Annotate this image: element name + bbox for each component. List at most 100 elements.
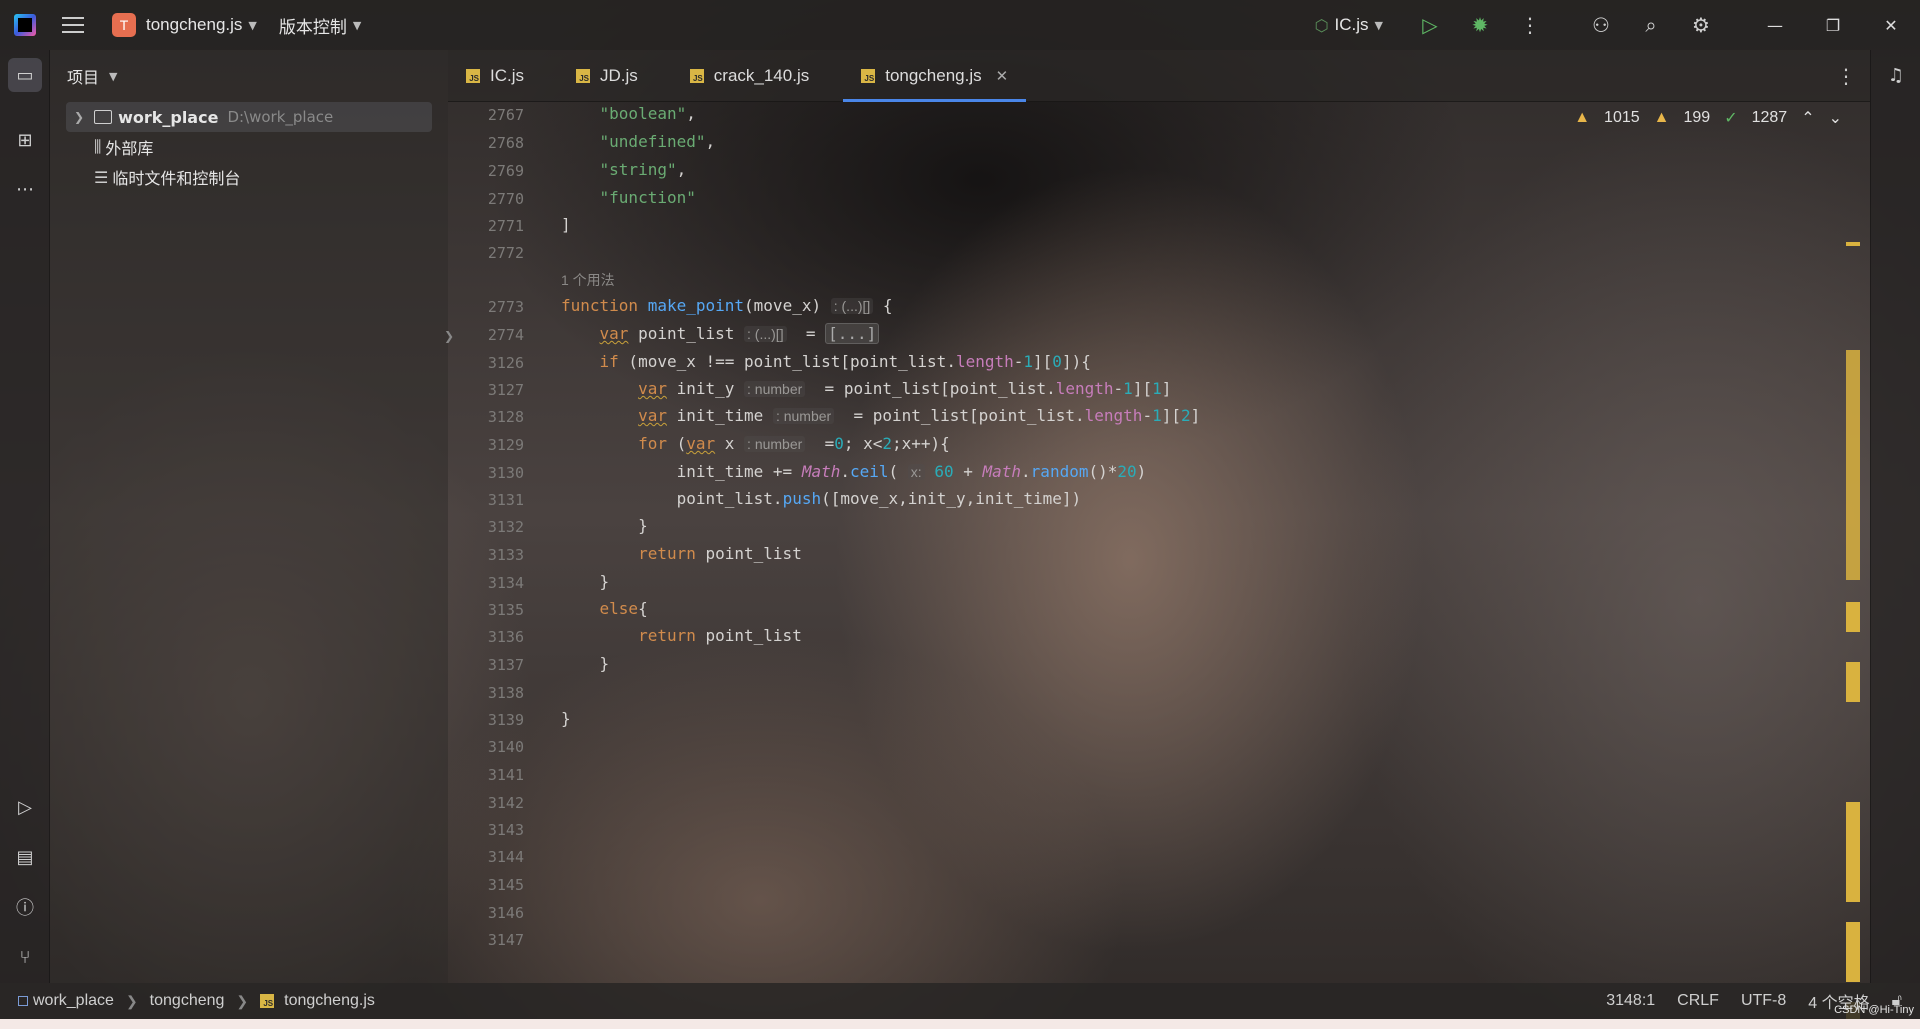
line-number: 2769 (487, 162, 524, 180)
warning-marker[interactable] (1846, 350, 1860, 580)
tab-crack-140-js[interactable]: JS crack_140.js (672, 50, 827, 102)
line-number: 2771 (487, 217, 524, 235)
chevron-right-icon: ❯ (236, 992, 249, 1009)
line-number: 2774 (487, 326, 524, 344)
code-line: ] (561, 215, 571, 234)
breadcrumb: work_place ❯ tongcheng ❯ JS tongcheng.js (18, 992, 375, 1010)
line-number: 3146 (487, 904, 524, 922)
line-number: 2773 (487, 298, 524, 316)
tree-item-work-place[interactable]: ❯ work_place D:\work_place (66, 102, 432, 132)
chevron-right-icon[interactable]: ❯ (74, 110, 84, 124)
code-line: "boolean", (599, 104, 696, 123)
project-panel-header[interactable]: 项目 ▼ (50, 50, 448, 102)
library-icon: ⫼ (94, 137, 102, 156)
code-line: init_time += Math.ceil( x: 60 + Math.ran… (561, 462, 1147, 481)
webstorm-logo-icon (14, 14, 36, 36)
code-line: } (561, 709, 571, 728)
run-button[interactable]: ▷ (1414, 9, 1446, 41)
js-file-icon: JS (466, 68, 480, 83)
code-line: var init_time : number = point_list[poin… (638, 406, 1201, 425)
run-config-selector[interactable]: ⬡ IC.js ▼ (1315, 15, 1383, 35)
main-menu-icon[interactable] (62, 17, 84, 33)
line-separator[interactable]: CRLF (1677, 992, 1719, 1010)
code-line: function make_point(move_x) : (...)[] { (561, 296, 893, 315)
tab-jd-js[interactable]: JS JD.js (558, 50, 656, 102)
warning-marker[interactable] (1846, 922, 1860, 982)
debug-button[interactable]: ✹ (1464, 9, 1496, 41)
tree-item-external-libraries[interactable]: ⫼ 外部库 (50, 132, 448, 162)
code-line: } (561, 516, 648, 535)
caret-position[interactable]: 3148:1 (1606, 992, 1655, 1010)
tree-item-label: work_place (118, 107, 219, 127)
code-line: for (var x : number =0; x<2;x++){ (638, 434, 950, 453)
warning-marker[interactable] (1846, 662, 1860, 702)
next-highlight-icon[interactable]: ⌄ (1829, 108, 1842, 128)
breadcrumb-item[interactable]: tongcheng.js (284, 992, 375, 1010)
project-badge[interactable]: T (112, 13, 136, 37)
line-number: 3141 (487, 766, 524, 784)
line-number: 3140 (487, 738, 524, 756)
type-hint: : number (744, 436, 806, 452)
file-encoding[interactable]: UTF-8 (1741, 992, 1786, 1010)
restore-button[interactable]: ❐ (1804, 0, 1862, 50)
fold-arrow-icon[interactable]: ❯ (444, 329, 454, 343)
previous-highlight-icon[interactable]: ⌃ (1801, 108, 1814, 128)
more-actions-icon[interactable]: ⋮ (1514, 9, 1546, 41)
error-count: 1015 (1604, 109, 1640, 126)
run-config-label: IC.js (1334, 15, 1369, 34)
project-panel: 项目 ▼ ❯ work_place D:\work_place ⫼ 外部库 ☰ … (50, 50, 448, 983)
warning-marker[interactable] (1846, 602, 1860, 632)
line-number: 3144 (487, 848, 524, 866)
chevron-down-icon[interactable]: ▼ (248, 19, 256, 32)
chevron-down-icon[interactable]: ▼ (353, 19, 361, 32)
code-editor[interactable]: 2767 2768 2769 2770 2771 2772 2773 2774 … (444, 102, 1870, 1029)
usage-hint[interactable]: 1 个用法 (561, 270, 615, 290)
tab-label: IC.js (490, 65, 524, 85)
line-number: 3147 (487, 931, 524, 949)
code-line: } (561, 654, 610, 673)
problems-icon[interactable]: ⓘ (8, 890, 42, 924)
tabs-more-icon[interactable]: ⋮ (1836, 64, 1856, 88)
nodejs-icon: ⬡ (1314, 15, 1329, 35)
code-line: var init_y : number = point_list[point_l… (638, 379, 1172, 398)
line-number: 3136 (487, 628, 524, 646)
warning-marker[interactable] (1846, 802, 1860, 902)
search-icon[interactable]: ⌕ (1635, 9, 1667, 41)
notifications-bell-icon[interactable]: ♫ (1879, 58, 1913, 92)
structure-tool-icon[interactable]: ⊞ (8, 123, 42, 157)
code-line: "function" (599, 188, 696, 207)
folded-region[interactable]: [...] (825, 323, 880, 344)
tree-item-path: D:\work_place (227, 108, 334, 126)
settings-gear-icon[interactable]: ⚙ (1685, 9, 1717, 41)
terminal-icon[interactable]: ▤ (8, 840, 42, 874)
tab-ic-js[interactable]: JS IC.js (448, 50, 542, 102)
close-tab-icon[interactable]: ✕ (996, 67, 1009, 85)
breadcrumb-item[interactable]: work_place (33, 992, 114, 1010)
services-icon[interactable]: ▷ (8, 790, 42, 824)
breadcrumb-item[interactable]: tongcheng (150, 992, 225, 1010)
module-icon (18, 996, 28, 1006)
close-window-button[interactable]: ✕ (1862, 0, 1920, 50)
tab-tongcheng-js[interactable]: JS tongcheng.js ✕ (843, 50, 1027, 102)
type-hint: : (...)[] (744, 326, 787, 342)
chevron-right-icon: ❯ (125, 992, 138, 1009)
line-number: 3135 (487, 601, 524, 619)
inspection-widget[interactable]: ▲ 1015 ▲ 199 ✓ 1287 ⌃ ⌄ (1570, 108, 1852, 128)
add-user-icon[interactable]: ⚇ (1585, 9, 1617, 41)
project-switcher[interactable]: tongcheng.js (146, 15, 242, 35)
more-tools-icon[interactable]: ⋯ (8, 172, 42, 206)
folder-icon (94, 110, 113, 124)
scratches-icon: ☰ (94, 167, 109, 187)
warning-icon: ▲ (1653, 109, 1670, 126)
line-number: 3126 (487, 354, 524, 372)
js-file-icon: JS (576, 68, 590, 83)
ok-count: 1287 (1751, 109, 1788, 126)
editor-tabs: JS IC.js JS JD.js JS crack_140.js JS ton… (448, 50, 1870, 102)
tree-item-scratches[interactable]: ☰ 临时文件和控制台 (50, 162, 448, 192)
minimize-button[interactable]: — (1746, 0, 1804, 50)
code-line: return point_list (638, 626, 802, 645)
warning-marker[interactable] (1846, 242, 1860, 246)
project-tool-icon[interactable]: ▭ (8, 58, 42, 92)
vcs-menu[interactable]: 版本控制 (279, 13, 347, 38)
git-icon[interactable]: ⑂ (8, 940, 42, 974)
